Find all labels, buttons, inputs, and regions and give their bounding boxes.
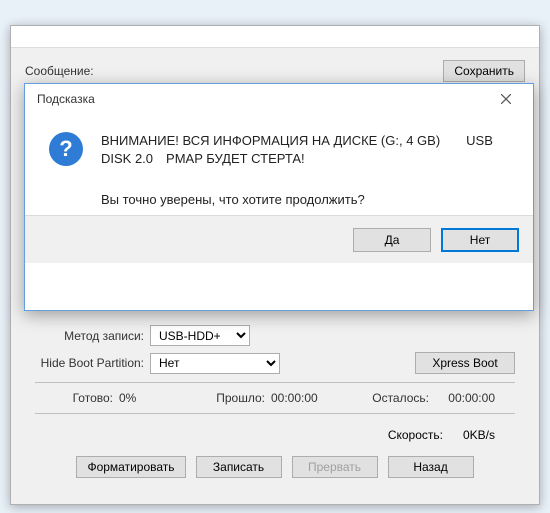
ready-value: 0% <box>119 391 179 405</box>
yes-button[interactable]: Да <box>353 228 431 252</box>
remaining-label: Осталось: <box>347 391 429 405</box>
xpress-boot-button[interactable]: Xpress Boot <box>415 352 515 374</box>
close-button[interactable] <box>485 87 527 111</box>
elapsed-label: Прошло: <box>185 391 265 405</box>
confirm-text: Вы точно уверены, что хотите продолжить? <box>101 192 509 207</box>
warning-text: ВНИМАНИЕ! ВСЯ ИНФОРМАЦИЯ НА ДИСКЕ (G:, 4… <box>101 132 509 168</box>
remaining-value: 00:00:00 <box>435 391 495 405</box>
speed-label: Скорость: <box>388 428 443 442</box>
divider <box>35 382 515 383</box>
hide-partition-select[interactable]: Нет <box>150 353 280 374</box>
ready-label: Готово: <box>35 391 113 405</box>
dialog-titlebar: Подсказка <box>25 84 533 114</box>
write-button[interactable]: Записать <box>196 456 282 478</box>
window-titlebar <box>11 26 539 48</box>
save-button[interactable]: Сохранить <box>443 60 525 82</box>
back-button[interactable]: Назад <box>388 456 474 478</box>
close-icon <box>501 94 511 104</box>
message-label: Сообщение: <box>25 64 94 78</box>
speed-value: 0KB/s <box>463 428 495 442</box>
no-button[interactable]: Нет <box>441 228 519 252</box>
dialog-title: Подсказка <box>37 92 95 106</box>
abort-button: Прервать <box>292 456 378 478</box>
format-button[interactable]: Форматировать <box>76 456 185 478</box>
divider <box>35 413 515 414</box>
hide-partition-label: Hide Boot Partition: <box>35 356 150 370</box>
elapsed-value: 00:00:00 <box>271 391 341 405</box>
write-method-label: Метод записи: <box>35 329 150 343</box>
write-method-select[interactable]: USB-HDD+ <box>150 325 250 346</box>
question-icon: ? <box>49 132 83 166</box>
dialog-footer: Да Нет <box>25 215 533 263</box>
confirm-dialog: Подсказка ? ВНИМАНИЕ! ВСЯ ИНФОРМАЦИЯ НА … <box>24 83 534 311</box>
bottom-panel: Метод записи: USB-HDD+ Hide Boot Partiti… <box>21 311 529 494</box>
